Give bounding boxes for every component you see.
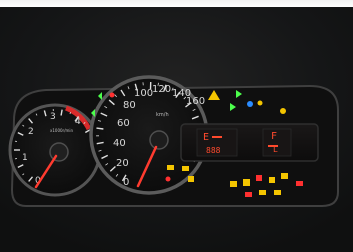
- engine-check-icon: [167, 165, 174, 170]
- abs-warning-icon: [269, 177, 275, 183]
- speed-label-40: 40: [113, 138, 126, 149]
- tach-label-4: 4: [75, 117, 81, 127]
- speedometer-tick-8: [96, 127, 104, 130]
- tachometer-hub: [49, 142, 69, 162]
- tachometer: 0 1 2 3 4 x1000r/min: [8, 103, 102, 197]
- center-display-right-segment-bar: [268, 145, 278, 147]
- parking-brake-icon: [245, 192, 252, 197]
- tach-label-2: 2: [28, 127, 34, 137]
- speedometer-unit-label: km/h: [156, 112, 169, 118]
- tachometer-unit-label: x1000r/min: [50, 128, 74, 133]
- speedometer-hub: [149, 130, 169, 150]
- high-beam-icon: [247, 101, 253, 107]
- speed-label-120: 120: [152, 84, 171, 95]
- center-display-right-line-1: F: [271, 131, 277, 142]
- center-display: E 888 F L: [180, 123, 319, 162]
- tach-label-1: 1: [22, 153, 28, 163]
- speed-label-20: 20: [116, 158, 129, 169]
- center-display-left-segment-bar: [212, 136, 222, 138]
- speed-label-0: 0: [123, 177, 129, 188]
- center-display-left-line-1: E: [203, 132, 209, 143]
- instrument-cluster-scene: 0 1 2 3 4 x1000r/min 0 20 40 60 80 100 1…: [0, 0, 353, 252]
- water-in-fuel-icon: [274, 190, 281, 195]
- amber-indicator-icon-2: [280, 108, 286, 114]
- battery-warning-icon: [165, 176, 171, 182]
- speed-label-160: 160: [186, 96, 205, 107]
- brake-warning-icon: [109, 92, 115, 98]
- speed-label-60: 60: [117, 118, 130, 129]
- instrument-cluster: 0 1 2 3 4 x1000r/min 0 20 40 60 80 100 1…: [0, 0, 353, 252]
- airbag-warning-icon: [256, 175, 262, 181]
- center-display-left-line-2: 888: [206, 146, 221, 155]
- glow-plug-icon: [259, 190, 266, 195]
- door-warning-icon: [296, 181, 303, 186]
- fuel-warning-icon: [230, 181, 237, 187]
- top-light-strip: [0, 0, 353, 7]
- tach-label-3: 3: [50, 112, 56, 122]
- seatbelt-warning-icon: [243, 179, 250, 186]
- amber-indicator-icon-1: [257, 100, 263, 106]
- tire-pressure-icon: [188, 176, 194, 182]
- traction-control-icon: [281, 173, 288, 179]
- speed-label-100: 100: [134, 88, 153, 99]
- speed-label-80: 80: [123, 100, 136, 111]
- oil-warning-icon: [182, 166, 189, 171]
